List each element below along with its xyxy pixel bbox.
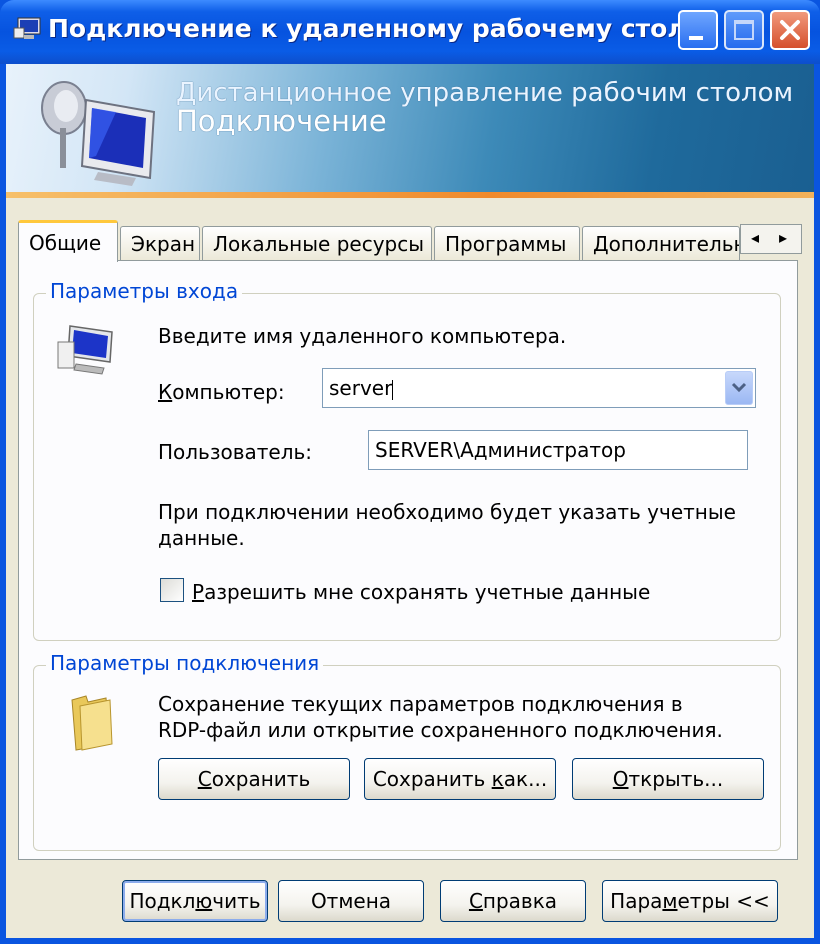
- login-instruction: Введите имя удаленного компьютера.: [158, 324, 567, 348]
- minimize-icon: [689, 36, 703, 40]
- credentials-note-line1: При подключении необходимо будет указать…: [158, 500, 736, 524]
- save-button[interactable]: Сохранить: [158, 758, 350, 800]
- computer-dropdown-button[interactable]: [725, 371, 753, 405]
- computer-combobox[interactable]: server: [322, 368, 756, 408]
- save-credentials-checkbox[interactable]: [160, 578, 184, 602]
- close-button[interactable]: [770, 10, 810, 50]
- tab-local-resources[interactable]: Локальные ресурсы: [202, 226, 432, 260]
- minimize-button[interactable]: [678, 10, 718, 50]
- banner-divider: [6, 192, 814, 198]
- banner-title: Подключение: [176, 104, 387, 138]
- close-icon: [780, 20, 800, 40]
- maximize-icon: [734, 20, 754, 40]
- connection-desc-line1: Сохранение текущих параметров подключени…: [158, 692, 683, 716]
- open-button[interactable]: Открыть...: [572, 758, 764, 800]
- login-settings-group: Параметры входа Введите имя удаленного к…: [33, 279, 781, 641]
- title-bar[interactable]: Подключение к удаленному рабочему столу: [0, 0, 820, 64]
- chevron-down-icon: [731, 382, 747, 393]
- tab-scroll-left-icon[interactable]: ◂: [751, 228, 759, 247]
- tab-strip: Общие Экран Локальные ресурсы Программы …: [18, 220, 808, 262]
- tab-general[interactable]: Общие: [18, 220, 118, 262]
- tab-panel-general: Параметры входа Введите имя удаленного к…: [18, 260, 798, 860]
- connection-desc-line2: RDP-файл или открытие сохраненного подкл…: [158, 718, 723, 742]
- banner: Дистанционное управление рабочим столом …: [6, 64, 814, 192]
- user-field[interactable]: SERVER\Администратор: [368, 430, 748, 470]
- help-button[interactable]: Справка: [440, 880, 586, 922]
- tab-programs[interactable]: Программы: [434, 226, 580, 260]
- window-title: Подключение к удаленному рабочему столу: [48, 14, 702, 43]
- user-label: Пользователь:: [158, 440, 313, 464]
- connection-settings-legend: Параметры подключения: [46, 651, 324, 675]
- credentials-note-line2: данные.: [158, 526, 245, 550]
- tab-advanced[interactable]: Дополнительно: [582, 226, 740, 260]
- connection-settings-group: Параметры подключения Сохранение текущих…: [33, 651, 781, 851]
- connect-button[interactable]: Подключить: [122, 880, 268, 922]
- cancel-button[interactable]: Отмена: [278, 880, 424, 922]
- rdp-window: Подключение к удаленному рабочему столу: [0, 0, 820, 944]
- computer-label-text: омпьютер:: [172, 380, 285, 404]
- save-credentials-label[interactable]: Разрешить мне сохранять учетные данные: [192, 580, 650, 604]
- computer-input-value[interactable]: server: [329, 376, 392, 400]
- save-as-button[interactable]: Сохранить как...: [364, 758, 556, 800]
- login-settings-legend: Параметры входа: [46, 279, 243, 303]
- folder-icon: [71, 695, 113, 751]
- dialog-body: Дистанционное управление рабочим столом …: [6, 64, 814, 938]
- remote-desktop-logo-icon: [41, 81, 156, 186]
- tab-scroll-buttons: ◂ ▸: [740, 224, 802, 254]
- tab-scroll-right-icon[interactable]: ▸: [779, 228, 787, 247]
- options-button[interactable]: Параметры <<: [602, 880, 778, 922]
- save-credentials-text: азрешить мне сохранять учетные данные: [204, 580, 651, 604]
- text-cursor: [392, 379, 394, 400]
- computer-label: Компьютер:: [158, 380, 285, 404]
- tab-display[interactable]: Экран: [120, 226, 200, 260]
- maximize-button[interactable]: [724, 10, 764, 50]
- computer-label-hotkey: К: [158, 380, 173, 404]
- save-credentials-hotkey: Р: [192, 580, 205, 604]
- rdp-app-icon: [13, 17, 41, 39]
- computer-icon: [57, 325, 113, 375]
